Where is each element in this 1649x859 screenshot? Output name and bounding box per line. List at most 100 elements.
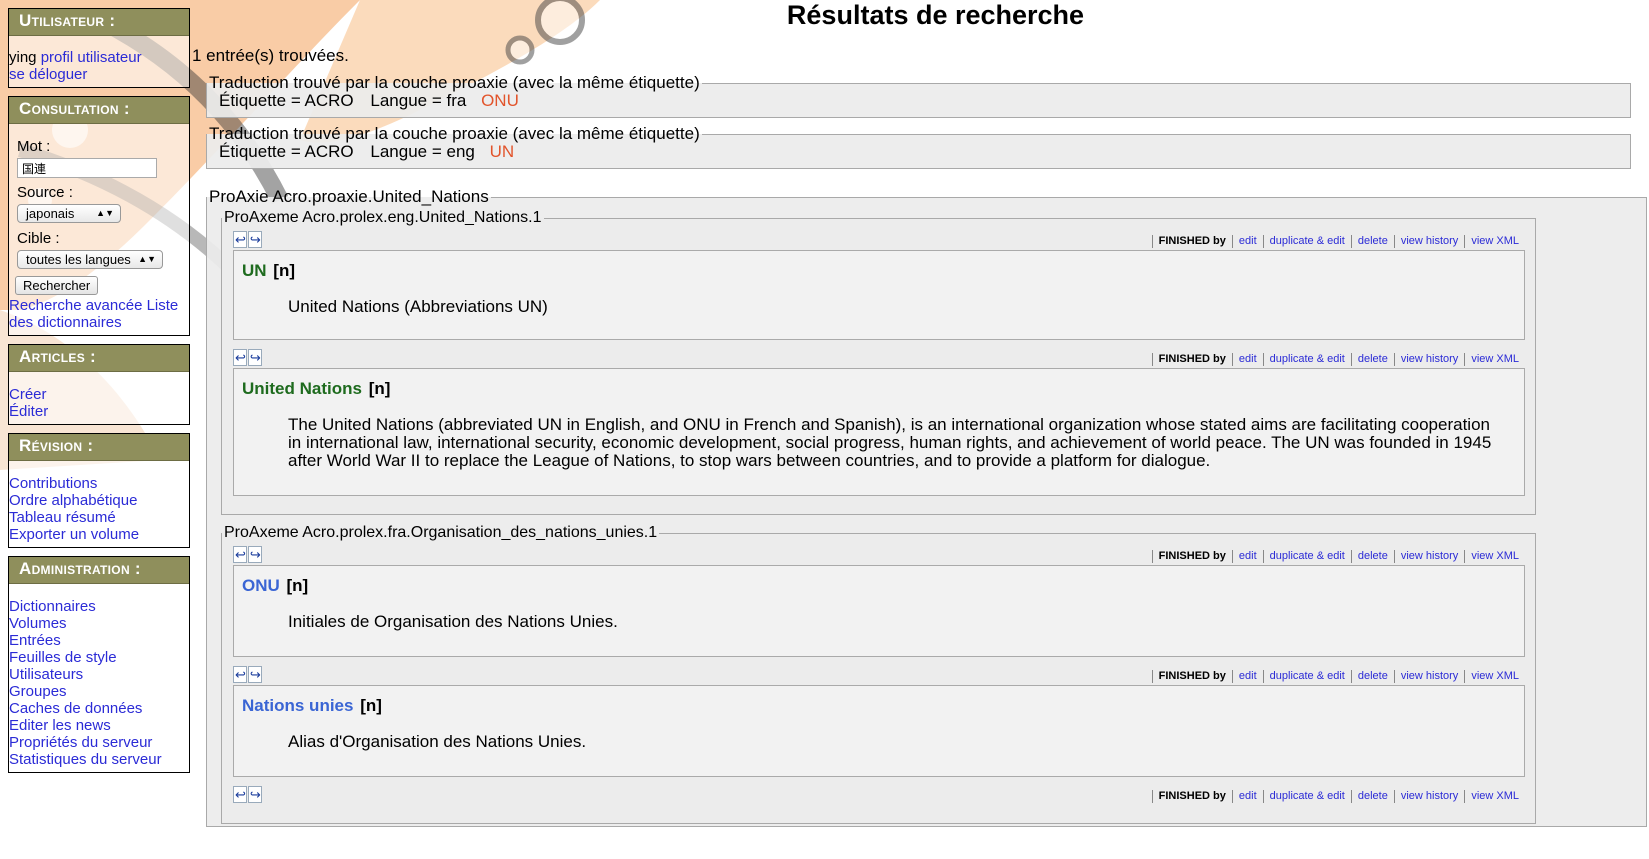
edit-link[interactable]: edit xyxy=(1239,550,1257,562)
view-xml-link[interactable]: view XML xyxy=(1471,550,1519,562)
admin-link-server-properties[interactable]: Propriétés du serveur xyxy=(9,734,189,751)
admin-link-dictionaries[interactable]: Dictionnaires xyxy=(9,598,189,615)
label-value: Étiquette = ACRO xyxy=(219,142,354,161)
admin-link-data-caches[interactable]: Caches de données xyxy=(9,700,189,717)
proaxeme-legend: ProAxeme Acro.prolex.fra.Organisation_de… xyxy=(224,524,658,541)
redo-icon[interactable]: ↪ xyxy=(247,349,262,366)
alphabetical-order-link[interactable]: Ordre alphabétique xyxy=(9,492,189,509)
status-by: by xyxy=(1213,235,1226,247)
source-select-value: japonais xyxy=(26,206,75,221)
consultation-panel: Consultation : Mot : Source : japonais ▲… xyxy=(8,96,190,336)
undo-icon[interactable]: ↩ xyxy=(233,786,247,803)
undo-icon[interactable]: ↩ xyxy=(233,666,247,683)
part-of-speech: [n] xyxy=(360,696,382,715)
delete-link[interactable]: delete xyxy=(1358,353,1388,365)
contributions-link[interactable]: Contributions xyxy=(9,475,189,492)
proaxie-legend: ProAxie Acro.proaxie.United_Nations xyxy=(209,187,489,206)
view-xml-link[interactable]: view XML xyxy=(1471,790,1519,802)
translation-acronym-link[interactable]: ONU xyxy=(481,91,519,110)
logout-link[interactable]: se déloguer xyxy=(9,66,189,83)
view-xml-link[interactable]: view XML xyxy=(1471,235,1519,247)
admin-link-stylesheets[interactable]: Feuilles de style xyxy=(9,649,189,666)
edit-link[interactable]: edit xyxy=(1239,353,1257,365)
source-label: Source : xyxy=(17,184,73,201)
duplicate-edit-link[interactable]: duplicate & edit xyxy=(1270,670,1345,682)
redo-icon[interactable]: ↪ xyxy=(247,546,262,563)
consultation-panel-title: Consultation : xyxy=(9,97,189,124)
delete-link[interactable]: delete xyxy=(1358,790,1388,802)
undo-icon[interactable]: ↩ xyxy=(233,546,247,563)
undo-icon[interactable]: ↩ xyxy=(233,231,247,248)
target-select[interactable]: toutes les langues ▲▼ xyxy=(17,250,163,269)
duplicate-edit-link[interactable]: duplicate & edit xyxy=(1270,235,1345,247)
view-history-link[interactable]: view history xyxy=(1401,550,1458,562)
advanced-search-link[interactable]: Recherche avancée xyxy=(9,297,142,314)
duplicate-edit-link[interactable]: duplicate & edit xyxy=(1270,353,1345,365)
view-history-link[interactable]: view history xyxy=(1401,670,1458,682)
word-label: Mot : xyxy=(17,138,51,155)
target-select-value: toutes les langues xyxy=(26,252,131,267)
admin-link-edit-news[interactable]: Editer les news xyxy=(9,717,189,734)
page-title: Résultats de recherche xyxy=(786,0,1085,30)
edit-link[interactable]: edit xyxy=(1239,235,1257,247)
admin-link-groups[interactable]: Groupes xyxy=(9,683,189,700)
administration-panel-title: Administration : xyxy=(9,557,189,584)
proaxeme-panel: ProAxeme Acro.prolex.fra.Organisation_de… xyxy=(221,524,1536,824)
dictionary-entry: ↩ ↪ FINISHED by edit duplicate & edit del… xyxy=(233,231,1525,340)
delete-link[interactable]: delete xyxy=(1358,670,1388,682)
entry-status: FINISHED xyxy=(1158,353,1210,365)
create-article-link[interactable]: Créer xyxy=(9,386,189,403)
part-of-speech: [n] xyxy=(273,261,296,280)
edit-article-link[interactable]: Éditer xyxy=(9,403,189,420)
delete-link[interactable]: delete xyxy=(1358,235,1388,247)
entry-status: FINISHED xyxy=(1158,235,1210,247)
summary-table-link[interactable]: Tableau résumé xyxy=(9,509,189,526)
dictionary-entry: ↩ ↪ FINISHED by edit duplicate & edit del… xyxy=(233,786,1525,805)
export-volume-link[interactable]: Exporter un volume xyxy=(9,526,189,543)
status-by: by xyxy=(1213,790,1226,802)
proaxeme-panel: ProAxeme Acro.prolex.eng.United_Nations.… xyxy=(221,209,1536,515)
edit-link[interactable]: edit xyxy=(1239,790,1257,802)
redo-icon[interactable]: ↪ xyxy=(247,786,262,803)
translation-acronym-link[interactable]: UN xyxy=(490,142,515,161)
duplicate-edit-link[interactable]: duplicate & edit xyxy=(1270,790,1345,802)
entry-status: FINISHED xyxy=(1158,790,1210,802)
view-history-link[interactable]: view history xyxy=(1401,353,1458,365)
headword: ONU xyxy=(242,576,280,595)
view-xml-link[interactable]: view XML xyxy=(1471,670,1519,682)
redo-icon[interactable]: ↪ xyxy=(247,666,262,683)
duplicate-edit-link[interactable]: duplicate & edit xyxy=(1270,550,1345,562)
edit-link[interactable]: edit xyxy=(1239,670,1257,682)
revision-panel: Révision : Contributions Ordre alphabéti… xyxy=(8,433,190,548)
admin-link-entries[interactable]: Entrées xyxy=(9,632,189,649)
admin-link-server-statistics[interactable]: Statistiques du serveur xyxy=(9,751,189,768)
definition: Alias d'Organisation des Nations Unies. xyxy=(288,732,587,751)
language-value: Langue = eng xyxy=(370,142,475,161)
part-of-speech: [n] xyxy=(286,576,309,595)
admin-link-volumes[interactable]: Volumes xyxy=(9,615,189,632)
language-value: Langue = fra xyxy=(370,91,467,110)
admin-link-users[interactable]: Utilisateurs xyxy=(9,666,189,683)
delete-link[interactable]: delete xyxy=(1358,550,1388,562)
view-xml-link[interactable]: view XML xyxy=(1471,353,1519,365)
entry-body: UN [n] United Nations (Abbreviations UN) xyxy=(233,250,1525,340)
entry-status: FINISHED xyxy=(1158,670,1210,682)
search-button[interactable]: Rechercher xyxy=(15,276,99,295)
headword: Nations unies xyxy=(242,696,354,715)
entry-body: Nations unies [n] Alias d'Organisation d… xyxy=(233,685,1525,777)
label-value: Étiquette = ACRO xyxy=(219,91,354,110)
status-by: by xyxy=(1213,670,1226,682)
status-by: by xyxy=(1213,550,1226,562)
main-content: Résultats de recherche 1 entrée(s) trouv… xyxy=(192,0,1649,827)
word-input[interactable] xyxy=(17,158,157,178)
entry-body: ONU [n] Initiales de Organisation des Na… xyxy=(233,565,1525,657)
redo-icon[interactable]: ↪ xyxy=(247,231,262,248)
select-arrows-icon: ▲▼ xyxy=(96,208,114,218)
view-history-link[interactable]: view history xyxy=(1401,790,1458,802)
source-select[interactable]: japonais ▲▼ xyxy=(17,204,121,223)
search-form: Mot : Source : japonais ▲▼ Cible : toute… xyxy=(9,124,189,335)
entry-toolbar: ↩ ↪ FINISHED by edit duplicate & edit del… xyxy=(233,786,1525,805)
undo-icon[interactable]: ↩ xyxy=(233,349,247,366)
profile-link[interactable]: profil utilisateur xyxy=(41,49,142,66)
view-history-link[interactable]: view history xyxy=(1401,235,1458,247)
